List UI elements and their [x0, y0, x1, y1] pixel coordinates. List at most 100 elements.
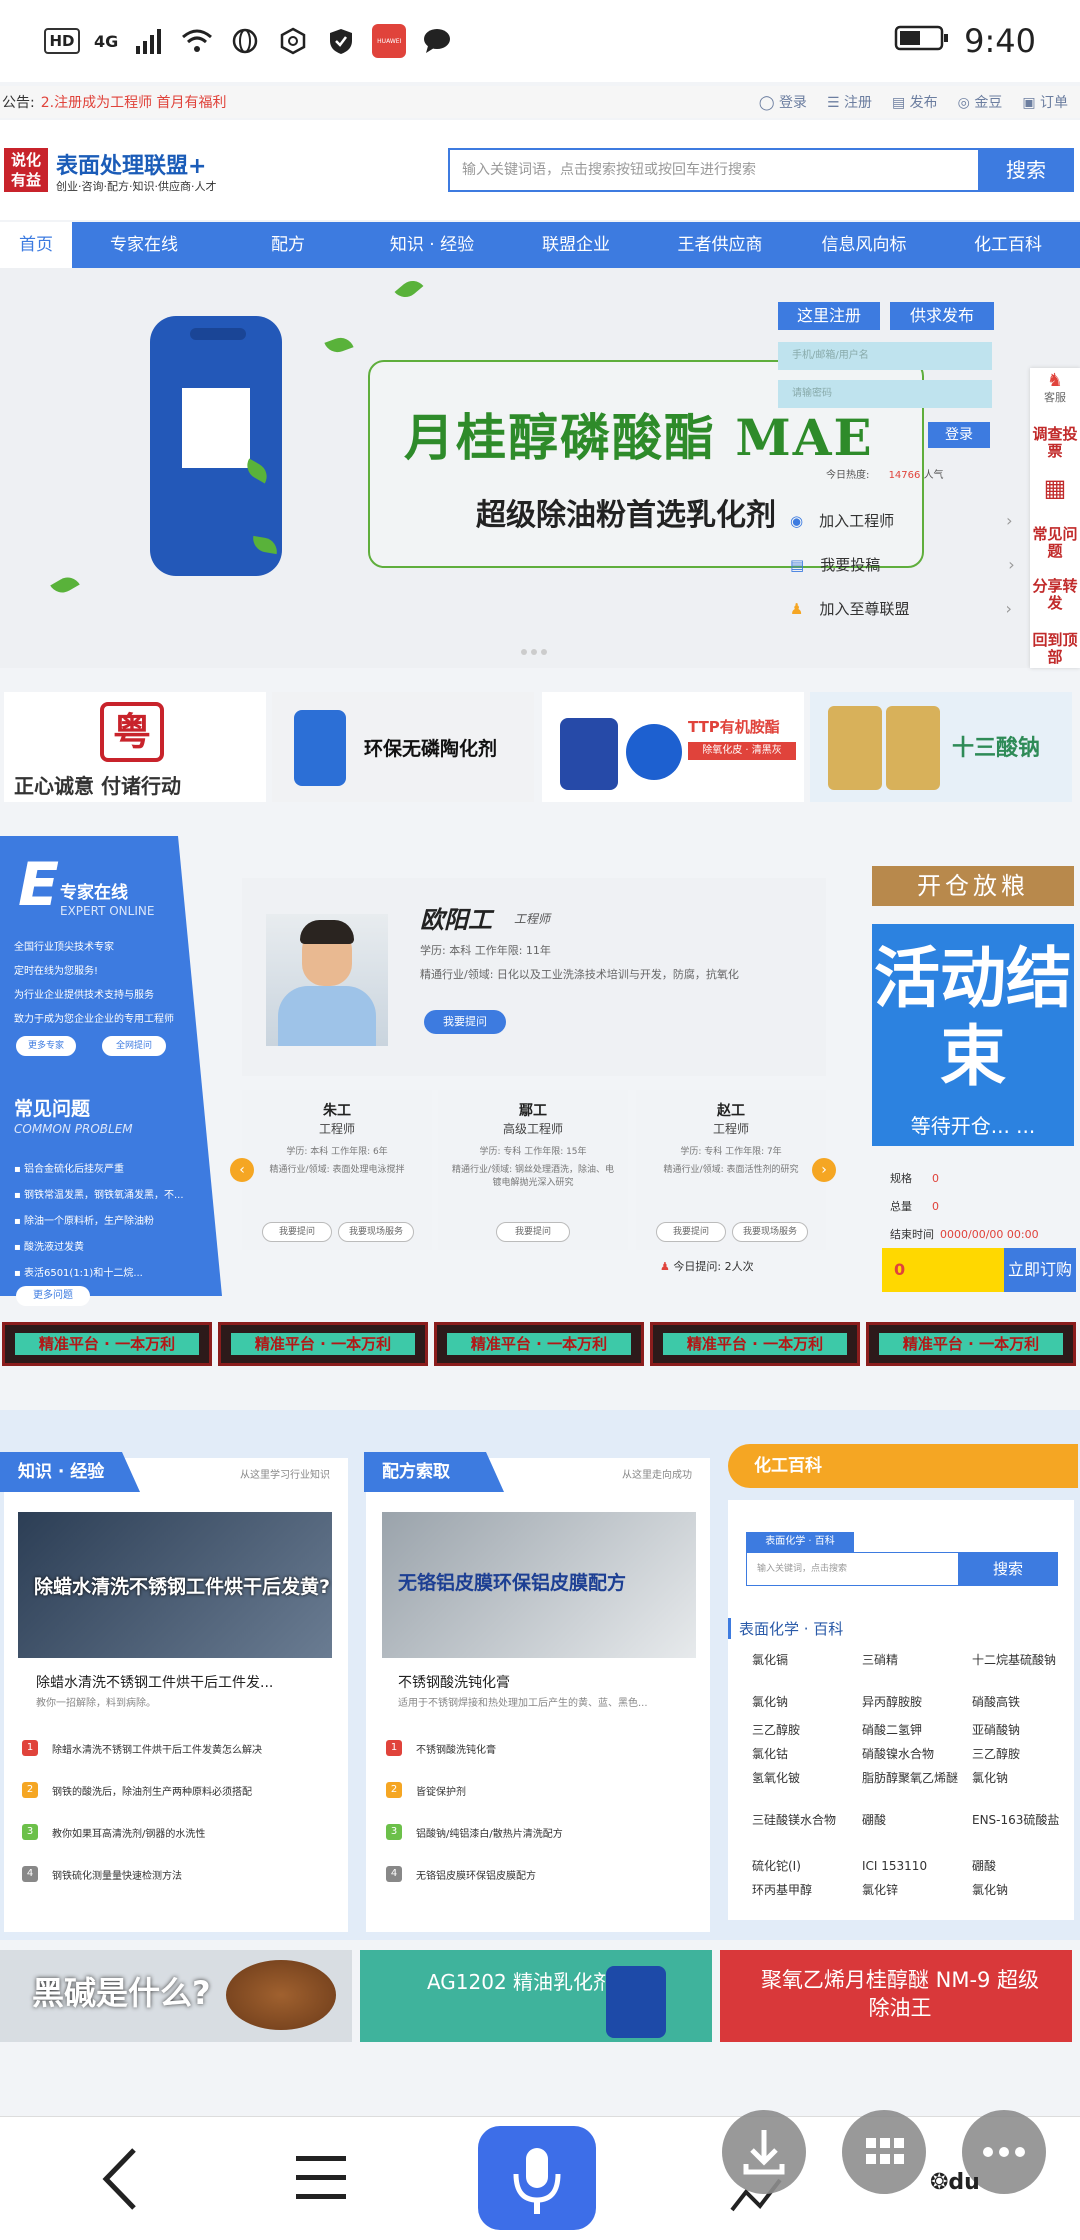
nav-info[interactable]: 信息风向标	[792, 222, 936, 268]
mini-expert-card[interactable]: 赵工 工程师 学历: 专科 工作年限: 7年 精通行业/领域: 表面活性剂的研究…	[636, 1090, 826, 1250]
mini-expert-card[interactable]: 朱工 工程师 学历: 本科 工作年限: 6年 精通行业/领域: 表面处理电泳搅拌…	[242, 1090, 432, 1250]
mini-ask-button[interactable]: 我要提问	[656, 1222, 726, 1242]
voice-search-button[interactable]	[478, 2126, 596, 2230]
order-now-button[interactable]: 立即订购	[1004, 1248, 1076, 1292]
chem-search-button[interactable]: 搜索	[958, 1552, 1058, 1586]
search-button[interactable]: 搜索	[978, 148, 1074, 192]
hero-banner[interactable]: 月桂醇磷酸酯 MAE 超级除油粉首选乳化剂 这里注册 供求发布 手机/邮箱/用户…	[0, 268, 1080, 668]
register-link[interactable]: ☰ 注册	[827, 92, 872, 112]
platform-banner[interactable]: 精准平台 · 一本万利	[434, 1322, 644, 1366]
chem-grid-item[interactable]: 异丙醇胺胺	[862, 1694, 970, 1710]
faq-button[interactable]: 常见问题	[1030, 526, 1080, 560]
login-button[interactable]: 登录	[928, 422, 990, 448]
chevron-left-icon[interactable]: ‹	[230, 1158, 254, 1182]
nav-encyclopedia[interactable]: 化工百科	[936, 222, 1080, 268]
chem-grid-item[interactable]: 硝酸镍水合物	[862, 1746, 970, 1762]
formula-list-item[interactable]: 1 不锈钢酸洗钝化膏	[386, 1740, 496, 1756]
chem-grid-item[interactable]: 亚硝酸钠	[972, 1722, 1080, 1738]
nav-alliance[interactable]: 联盟企业	[504, 222, 648, 268]
join-alliance-link[interactable]: ♟ 加入至尊联盟 ›	[790, 598, 1012, 619]
ask-all-button[interactable]: 全网提问	[102, 1036, 166, 1056]
chem-grid-item[interactable]: 三乙醇胺	[972, 1746, 1080, 1762]
more-faq-button[interactable]: 更多问题	[16, 1286, 90, 1306]
logo-mark[interactable]: 说化有益	[4, 148, 48, 192]
ad-ag1202[interactable]: AG1202 精油乳化剂	[360, 1950, 712, 2042]
ad-nm9[interactable]: 聚氧乙烯月桂醇醚 NM-9 超级除油王	[720, 1950, 1072, 2042]
chem-grid-item[interactable]: 氯化钠	[972, 1770, 1080, 1786]
mini-ask-button[interactable]: 我要提问	[496, 1222, 570, 1242]
faq-item[interactable]: ▪ 除油一个原料析，生产除油粉	[14, 1212, 154, 1227]
back-to-top-button[interactable]: 回到顶部	[1030, 632, 1080, 666]
chem-grid-item[interactable]: 氯化钠	[752, 1694, 860, 1710]
knowledge-tag[interactable]: 从这里学习行业知识	[240, 1466, 330, 1481]
back-icon[interactable]	[98, 2144, 142, 2218]
chevron-right-icon[interactable]: ›	[812, 1158, 836, 1182]
chem-grid-item[interactable]: 环丙基甲醇	[752, 1882, 860, 1898]
logo-title[interactable]: 表面处理联盟+	[56, 148, 206, 180]
chem-grid-item[interactable]: 三硝精	[862, 1652, 970, 1668]
ask-expert-button[interactable]: 我要提问	[424, 1010, 506, 1034]
username-input[interactable]: 手机/邮箱/用户名	[778, 342, 992, 370]
submit-article-link[interactable]: ▤ 我要投稿 ›	[790, 554, 1015, 575]
knowledge-list-item[interactable]: 4 钢铁硫化测量量快速检测方法	[22, 1866, 182, 1882]
nav-formula[interactable]: 配方	[216, 222, 360, 268]
announce-text[interactable]: 2.注册成为工程师 首月有福利	[41, 92, 227, 112]
menu-icon[interactable]	[296, 2150, 348, 2210]
apps-grid-icon[interactable]	[842, 2110, 926, 2194]
chem-grid-item[interactable]: 氯化钠	[972, 1882, 1080, 1898]
chem-grid-item[interactable]: 氯化镉	[752, 1652, 860, 1668]
knowledge-list-item[interactable]: 3 教你如果耳高清洗剂/钢器的水洗性	[22, 1824, 205, 1840]
nav-home[interactable]: 首页	[0, 222, 72, 268]
join-engineer-link[interactable]: ◉ 加入工程师 ›	[790, 510, 1013, 531]
formula-head[interactable]: 配方索取	[364, 1452, 504, 1492]
chem-grid-item[interactable]: 硼酸	[862, 1812, 970, 1828]
share-button[interactable]: 分享转发	[1030, 578, 1080, 612]
register-button[interactable]: 这里注册	[778, 302, 880, 330]
knowledge-list-item[interactable]: 2 钢铁的酸洗后，除油剂生产两种原料必须搭配	[22, 1782, 252, 1798]
open-granary-banner[interactable]: 开仓放粮	[872, 866, 1074, 906]
chem-grid-item[interactable]: ICI 153110	[862, 1858, 970, 1874]
ad-black-alkali[interactable]: 黑碱是什么?	[0, 1950, 352, 2042]
ad-sodium[interactable]: 十三酸钠	[810, 692, 1072, 802]
chem-grid-item[interactable]: 硝酸二氢钾	[862, 1722, 970, 1738]
chem-grid-item[interactable]: ENS-163硫酸盐	[972, 1812, 1080, 1828]
ad-slogan[interactable]: 粤 正心诚意 付诸行动	[4, 692, 266, 802]
faq-item[interactable]: ▪ 酸洗液过发黄	[14, 1238, 84, 1253]
mini-onsite-button[interactable]: 我要现场服务	[338, 1222, 414, 1242]
chem-grid-item[interactable]: 硼酸	[972, 1858, 1080, 1874]
customer-service-button[interactable]: ♞ 客服	[1030, 372, 1080, 406]
mini-onsite-button[interactable]: 我要现场服务	[732, 1222, 808, 1242]
nav-knowledge[interactable]: 知识 · 经验	[360, 222, 504, 268]
chem-grid-item[interactable]: 脂肪醇聚氧乙烯醚	[862, 1770, 970, 1786]
chem-tab[interactable]: 表面化学 · 百科	[746, 1532, 854, 1552]
chem-grid-item[interactable]: 三硅酸镁水合物	[752, 1812, 860, 1828]
formula-tag[interactable]: 从这里走向成功	[622, 1466, 692, 1481]
platform-banner[interactable]: 精准平台 · 一本万利	[2, 1322, 212, 1366]
chem-grid-item[interactable]: 硫化铊(I)	[752, 1858, 860, 1874]
knowledge-list-item[interactable]: 1 除蜡水清洗不锈钢工件烘干后工件发黄怎么解决	[22, 1740, 262, 1756]
nav-suppliers[interactable]: 王者供应商	[648, 222, 792, 268]
chem-grid-item[interactable]: 氢氧化铍	[752, 1770, 860, 1786]
faq-item[interactable]: ▪ 铝合金硫化后挂灰严重	[14, 1160, 124, 1175]
password-input[interactable]: 请输密码	[778, 380, 992, 408]
chem-grid-item[interactable]: 氯化锌	[862, 1882, 970, 1898]
formula-list-item[interactable]: 2 皆锭保护剂	[386, 1782, 466, 1798]
nav-experts[interactable]: 专家在线	[72, 222, 216, 268]
chem-encyclopedia-head[interactable]: 化工百科	[728, 1444, 1078, 1488]
survey-button[interactable]: 调查投票	[1030, 426, 1080, 460]
chem-grid-item[interactable]: 硝酸高铁	[972, 1694, 1080, 1710]
ad-ttp[interactable]: TTP有机胺酯 除氧化皮 · 清黑灰	[542, 692, 804, 802]
faq-item[interactable]: ▪ 钢铁常温发黑，钢铁氧涌发黑，不...	[14, 1186, 184, 1201]
order-link[interactable]: ▣ 订单	[1022, 92, 1068, 112]
platform-banner[interactable]: 精准平台 · 一本万利	[218, 1322, 428, 1366]
login-link[interactable]: ◯ 登录	[759, 92, 807, 112]
mini-expert-card[interactable]: 鄢工 高级工程师 学历: 专科 工作年限: 15年 精通行业/领域: 钢丝处理酒…	[438, 1090, 628, 1250]
formula-list-item[interactable]: 3 铝酸钠/纯铝漆白/散热片清洗配方	[386, 1824, 563, 1840]
carousel-dots[interactable]	[520, 646, 560, 658]
knowledge-head[interactable]: 知识 · 经验	[0, 1452, 140, 1492]
search-input[interactable]: 输入关键词语，点击搜索按钮或按回车进行搜索	[448, 148, 980, 192]
platform-banner[interactable]: 精准平台 · 一本万利	[650, 1322, 860, 1366]
faq-item[interactable]: ▪ 表活6501(1:1)和十二烷...	[14, 1264, 143, 1279]
ad-phosphate-free[interactable]: 环保无磷陶化剂	[272, 692, 534, 802]
formula-article-title[interactable]: 不锈钢酸洗钝化膏	[398, 1672, 510, 1692]
